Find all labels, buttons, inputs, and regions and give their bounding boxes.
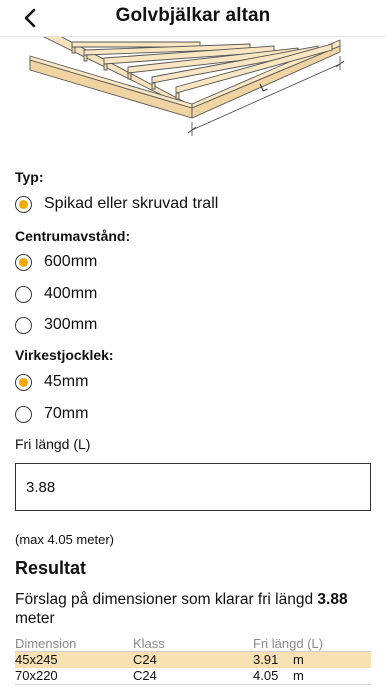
suggestion-text: Förslag på dimensioner som klarar fri lä… xyxy=(15,590,365,628)
navigation-bar: Golvbjälkar altan xyxy=(0,0,386,37)
result-table: Dimension Klass Fri längd (L) 45x245 C24… xyxy=(15,636,371,685)
header-class: Klass xyxy=(133,636,165,651)
page-title: Golvbjälkar altan xyxy=(115,5,271,26)
radio-label: 600mm xyxy=(44,253,98,270)
spacing-label: Centrumavstånd: xyxy=(15,228,131,244)
cell-unit: m xyxy=(293,668,304,683)
radio-button[interactable] xyxy=(15,316,32,334)
spacing-option-600[interactable]: 600mm xyxy=(15,250,97,274)
cell-unit: m xyxy=(293,652,304,667)
length-label: Fri längd (L) xyxy=(15,436,91,452)
suggestion-value: 3.88 xyxy=(317,591,348,608)
length-input[interactable] xyxy=(15,463,371,511)
cell-dimension: 70x220 xyxy=(15,668,58,683)
header-length: Fri längd (L) xyxy=(253,636,324,651)
suggestion-prefix: Förslag på dimensioner som klarar fri lä… xyxy=(15,591,318,608)
header-dimension: Dimension xyxy=(15,636,77,651)
thickness-option-45[interactable]: 45mm xyxy=(15,370,88,394)
cell-length: 3.91 xyxy=(253,652,279,667)
result-heading: Resultat xyxy=(15,558,87,578)
table-row: 45x245 C24 3.91 m xyxy=(15,652,371,668)
cell-dimension: 45x245 xyxy=(15,652,58,667)
spacing-option-400[interactable]: 400mm xyxy=(15,282,97,306)
thickness-option-70[interactable]: 70mm xyxy=(15,402,88,426)
cell-class: C24 xyxy=(133,668,157,683)
suggestion-suffix: meter xyxy=(15,610,55,627)
radio-button[interactable] xyxy=(15,253,32,271)
radio-button[interactable] xyxy=(15,285,32,303)
radio-label: 70mm xyxy=(44,405,89,422)
deck-joists-illustration: L xyxy=(29,36,345,136)
thickness-label: Virkestjocklek: xyxy=(15,347,114,363)
table-header: Dimension Klass Fri längd (L) xyxy=(15,636,371,652)
radio-label: Spikad eller skruvad trall xyxy=(44,195,219,212)
radio-label: 45mm xyxy=(44,373,89,390)
max-length-note: (max 4.05 meter) xyxy=(15,532,114,547)
radio-label: 400mm xyxy=(44,285,98,302)
table-row: 70x220 C24 4.05 m xyxy=(15,668,371,685)
spacing-option-300[interactable]: 300mm xyxy=(15,313,97,337)
radio-button[interactable] xyxy=(15,373,32,391)
radio-button[interactable] xyxy=(15,405,32,423)
radio-label: 300mm xyxy=(44,316,98,333)
cell-class: C24 xyxy=(133,652,157,667)
radio-button[interactable] xyxy=(15,195,32,213)
cell-length: 4.05 xyxy=(253,668,279,683)
type-label: Typ: xyxy=(15,169,44,185)
type-option-spikad[interactable]: Spikad eller skruvad trall xyxy=(15,192,218,216)
